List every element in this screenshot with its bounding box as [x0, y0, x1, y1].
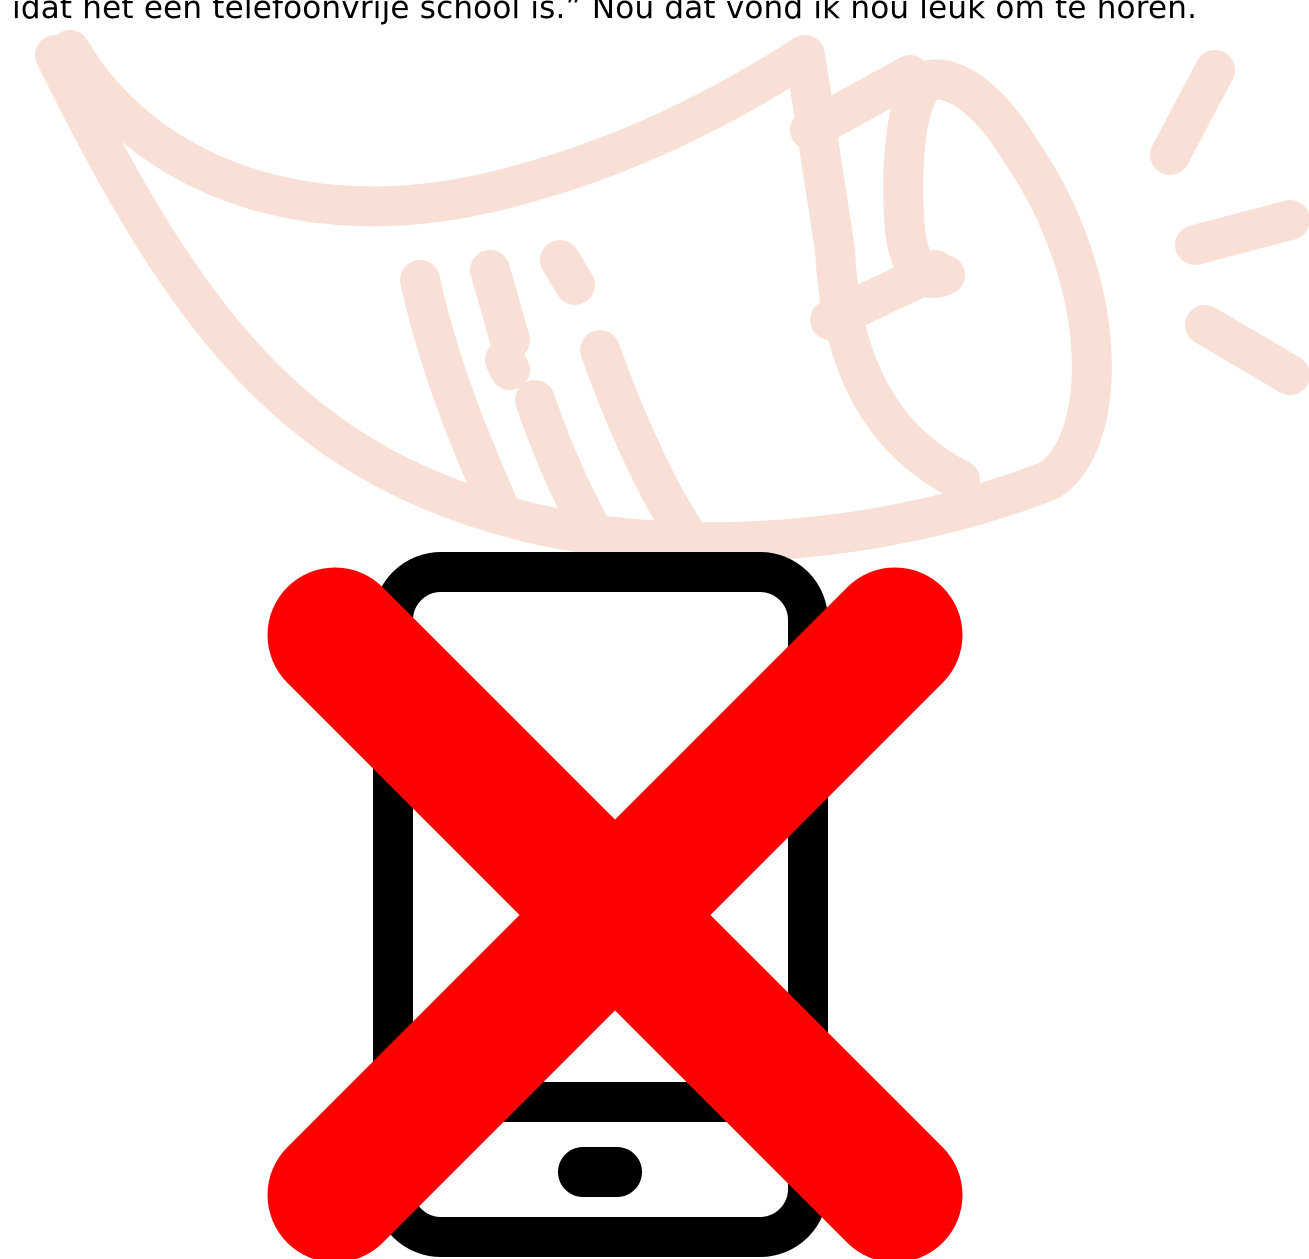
shofar-horn-icon — [35, 30, 1309, 575]
red-cross-icon — [267, 567, 963, 1259]
smartphone-icon — [373, 552, 828, 1257]
page: idat het een telefoonvrije school is.” N… — [0, 0, 1309, 1259]
caption-text: idat het een telefoonvrije school is.” N… — [12, 0, 1198, 26]
